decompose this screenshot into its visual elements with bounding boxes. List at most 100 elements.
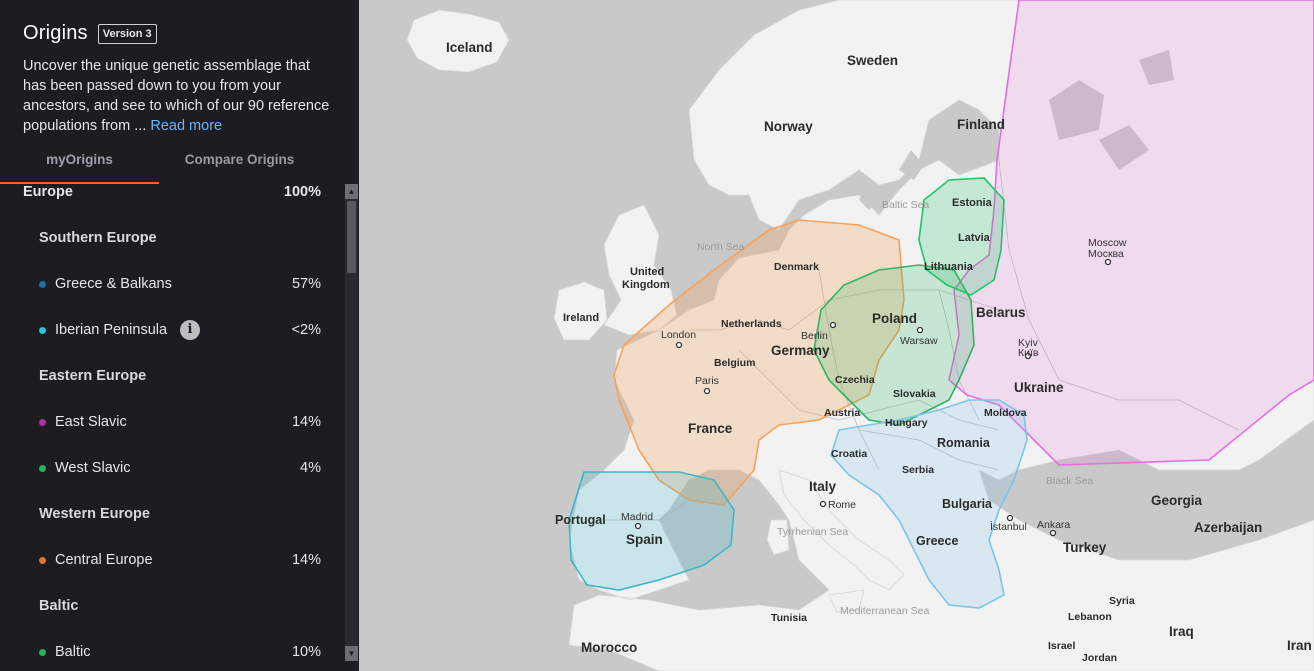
- origin-percent: 14%: [291, 552, 321, 568]
- color-dot: [39, 649, 46, 656]
- country-label: Israel: [1048, 640, 1076, 652]
- country-label: Italy: [809, 479, 837, 494]
- origin-label: Europe: [23, 184, 73, 200]
- country-label: Poland: [872, 311, 917, 326]
- list-item-iberian-peninsula[interactable]: Iberian Peninsula i <2%: [0, 320, 344, 346]
- country-label: Iceland: [446, 40, 493, 55]
- header: Origins Version 3: [23, 22, 157, 45]
- scroll-thumb[interactable]: [347, 201, 356, 273]
- country-label: Estonia: [952, 197, 993, 209]
- country-label: Morocco: [581, 640, 637, 655]
- istanbul-marker: [1006, 514, 1014, 522]
- origin-label: Southern Europe: [39, 230, 157, 246]
- list-item-baltic[interactable]: Baltic 10%: [0, 644, 344, 668]
- scroll-down-icon[interactable]: ▼: [345, 646, 358, 661]
- origin-percent: 100%: [283, 184, 321, 200]
- city-label: Berlin: [801, 330, 828, 342]
- london-marker: [675, 341, 683, 349]
- country-label: Hungary: [885, 417, 928, 429]
- city-label: Москва: [1088, 248, 1124, 260]
- city-label: Warsaw: [900, 335, 938, 347]
- country-label: Slovakia: [893, 388, 936, 400]
- tab-myorigins[interactable]: myOrigins: [0, 148, 159, 184]
- country-label: United: [630, 266, 664, 278]
- origins-map[interactable]: North Sea Baltic Sea Black Sea Tyrrhenia…: [359, 0, 1314, 671]
- origin-label: Central Europe: [55, 552, 153, 568]
- region-iberian: [568, 471, 735, 591]
- country-label: Belgium: [714, 357, 755, 369]
- map-canvas[interactable]: North Sea Baltic Sea Black Sea Tyrrhenia…: [359, 0, 1314, 671]
- origin-label: West Slavic: [55, 460, 131, 476]
- tab-compare-origins[interactable]: Compare Origins: [160, 148, 319, 184]
- country-label: Netherlands: [721, 318, 782, 330]
- list-scrollbar[interactable]: ▲ ▼: [345, 184, 358, 661]
- country-label: Romania: [937, 436, 991, 450]
- country-label: Austria: [824, 407, 860, 419]
- warsaw-marker: [916, 326, 924, 334]
- madrid-marker: [634, 522, 642, 530]
- sea-label: Tyrrhenian Sea: [777, 526, 848, 538]
- country-label: Greece: [916, 534, 958, 548]
- scroll-up-icon[interactable]: ▲: [345, 184, 358, 199]
- description: Uncover the unique genetic assemblage th…: [23, 56, 333, 136]
- list-item-eastern-europe[interactable]: Eastern Europe: [0, 368, 344, 392]
- country-label: France: [688, 421, 733, 436]
- rome-marker: [819, 500, 827, 508]
- moscow-marker: [1104, 258, 1112, 266]
- ankara-marker: [1049, 529, 1057, 537]
- country-label: Sweden: [847, 53, 898, 68]
- origin-label: Iberian Peninsula: [55, 322, 168, 338]
- sea-label: Black Sea: [1046, 475, 1093, 487]
- country-label: Tunisia: [771, 612, 807, 624]
- list-item-west-slavic[interactable]: West Slavic 4%: [0, 460, 344, 484]
- city-label: Київ: [1018, 347, 1039, 359]
- country-label: Iraq: [1169, 624, 1194, 639]
- origin-label: Baltic: [55, 644, 91, 660]
- list-item-southern-europe[interactable]: Southern Europe: [0, 230, 344, 254]
- country-label: Croatia: [831, 448, 867, 460]
- country-label: Denmark: [774, 261, 819, 273]
- country-label: Jordan: [1082, 652, 1117, 664]
- city-label: Rome: [828, 499, 856, 511]
- country-label: Czechia: [835, 374, 875, 386]
- country-label: Ireland: [563, 312, 599, 324]
- tab-bar: myOrigins Compare Origins: [0, 148, 320, 184]
- sea-label: North Sea: [697, 241, 744, 253]
- country-label: Germany: [771, 343, 830, 358]
- list-item-greece-balkans[interactable]: Greece & Balkans 57%: [0, 276, 344, 300]
- page-title: Origins: [23, 22, 88, 44]
- country-label: Norway: [764, 119, 813, 134]
- info-icon[interactable]: i: [180, 320, 200, 340]
- origin-label: Western Europe: [39, 506, 150, 522]
- berlin-marker: [829, 321, 837, 329]
- country-label: Moldova: [984, 407, 1027, 419]
- country-label: Ukraine: [1014, 380, 1064, 395]
- country-label: Serbia: [902, 464, 934, 476]
- city-label: Madrid: [621, 511, 653, 523]
- country-label: Finland: [957, 117, 1005, 132]
- country-label: Portugal: [555, 513, 606, 527]
- color-dot: [39, 465, 46, 472]
- sea-label: Mediterranean Sea: [840, 605, 929, 617]
- origin-label: Baltic: [39, 598, 79, 614]
- country-label: Azerbaijan: [1194, 520, 1262, 535]
- origin-percent: 4%: [300, 460, 321, 476]
- read-more-link[interactable]: Read more: [150, 118, 222, 134]
- city-label: Paris: [695, 375, 719, 387]
- country-label: Lebanon: [1068, 611, 1112, 623]
- country-label: Georgia: [1151, 493, 1203, 508]
- color-dot: [39, 419, 46, 426]
- country-label: Bulgaria: [942, 497, 993, 511]
- list-item-baltic-group[interactable]: Baltic: [0, 598, 344, 622]
- list-item-europe[interactable]: Europe 100%: [0, 184, 344, 208]
- country-label: Spain: [626, 532, 663, 547]
- origin-percent: 57%: [291, 276, 321, 292]
- list-item-east-slavic[interactable]: East Slavic 14%: [0, 414, 344, 438]
- list-item-central-europe[interactable]: Central Europe 14%: [0, 552, 344, 576]
- list-item-western-europe[interactable]: Western Europe: [0, 506, 344, 530]
- city-label: London: [661, 329, 696, 341]
- country-label: Syria: [1109, 595, 1135, 607]
- country-label: Latvia: [958, 232, 991, 244]
- origin-label: Greece & Balkans: [55, 276, 172, 292]
- country-label: Kingdom: [622, 279, 670, 291]
